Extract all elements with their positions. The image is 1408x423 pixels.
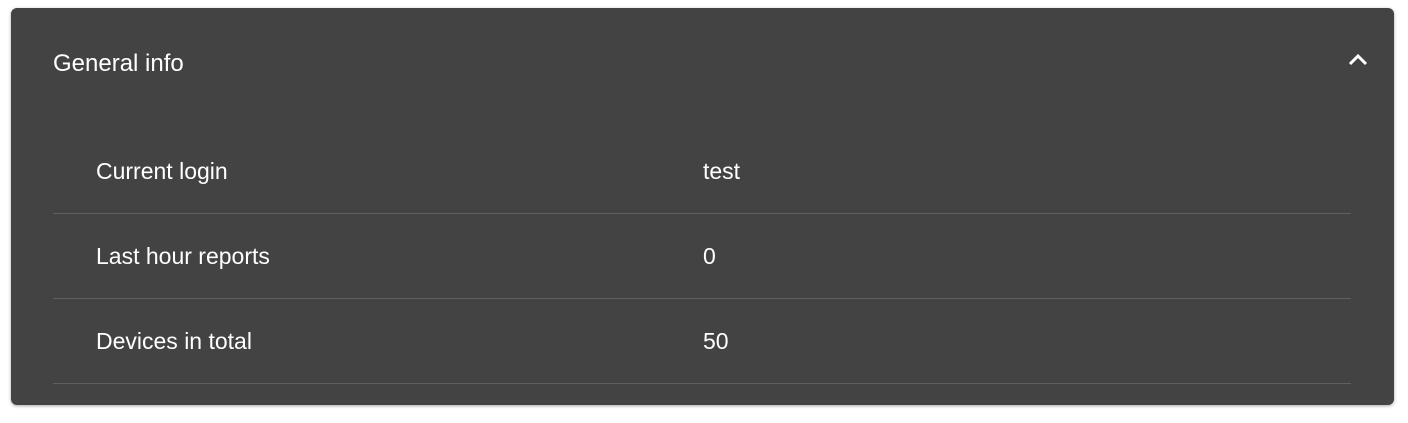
panel-title: General info	[53, 50, 184, 77]
panel-header[interactable]: General info	[11, 8, 1394, 120]
row-value: 50	[703, 328, 729, 354]
general-info-panel: General info Current login test Last hou…	[11, 8, 1394, 405]
row-label: Last hour reports	[96, 243, 270, 269]
chevron-up-icon[interactable]	[1346, 50, 1370, 70]
info-row-devices-in-total: Devices in total 50	[53, 299, 1351, 384]
info-row-last-hour-reports: Last hour reports 0	[53, 214, 1351, 299]
row-value: 0	[703, 243, 716, 269]
row-value: test	[703, 158, 741, 184]
row-label: Current login	[96, 158, 228, 184]
info-row-current-login: Current login test	[53, 129, 1351, 214]
info-table: Current login test Last hour reports 0 D…	[53, 129, 1351, 384]
row-label: Devices in total	[96, 328, 252, 354]
